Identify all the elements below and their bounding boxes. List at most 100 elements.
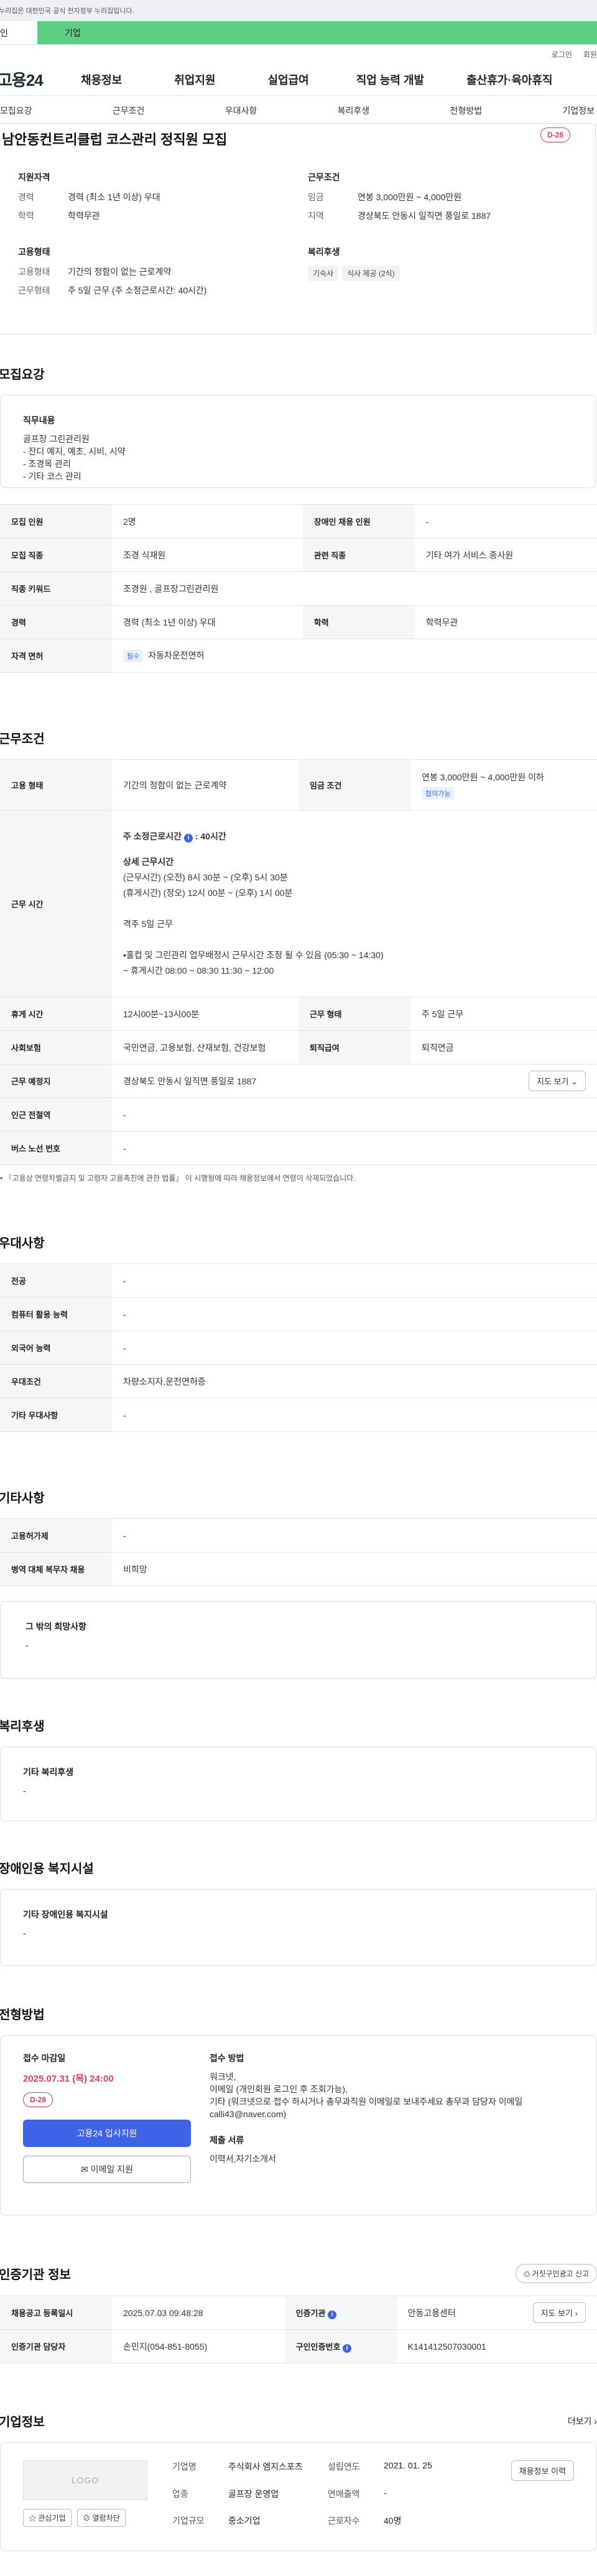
global-nav: 고용24 채용정보 취업지원 실업급여 직업 능력 개발 출산휴가·육아휴직 bbox=[0, 63, 597, 96]
table-row: 외국어 능력 - bbox=[0, 1331, 597, 1365]
row-value: 2025.07.03 09:48:28 bbox=[112, 2296, 285, 2330]
cert-map-label: 지도 보기 bbox=[540, 2309, 573, 2318]
negotiable-tag: 협의가능 bbox=[422, 787, 455, 800]
map-view-button[interactable]: 지도 보기 ⌄ bbox=[529, 1071, 586, 1091]
site-logo[interactable]: 고용24 bbox=[0, 68, 72, 91]
tab-company[interactable]: 기업 bbox=[37, 21, 597, 44]
row-value: - bbox=[414, 504, 597, 538]
other-wish-box: 그 밖의 희망사항 - bbox=[0, 1601, 597, 1679]
company-more-label: 더보기 bbox=[567, 2416, 592, 2426]
qual-key: 경력 bbox=[18, 192, 34, 202]
gnb-item-parental-leave[interactable]: 출산휴가·육아휴직 bbox=[466, 72, 552, 88]
cert-table: 채용공고 등록일시 2025.07.03 09:48:28 인증기관 i 안동고… bbox=[0, 2296, 597, 2363]
row-key: 컴퓨터 활용 능력 bbox=[0, 1297, 112, 1331]
apply-online-button[interactable]: 고용24 입사지원 bbox=[23, 2120, 191, 2147]
benefit-text: - bbox=[23, 1786, 26, 1796]
qualification-block: 지원자격 경력 경력 (최소 1년 이상) 우대 학력 학력무관 bbox=[18, 171, 283, 228]
table-row: 기타 우대사항 - bbox=[0, 1398, 597, 1432]
tab-benefits[interactable]: 복리후생 bbox=[338, 104, 370, 117]
gnb-item-unemployment[interactable]: 실업급여 bbox=[268, 72, 309, 88]
hours-block: 주 소정근로시간 i : 40시간 상세 근무시간 (근무시간) (오전) 8시… bbox=[123, 819, 586, 989]
tab-selection[interactable]: 전형방법 bbox=[450, 104, 483, 117]
pref-heading: 우대사항 bbox=[0, 1237, 45, 1250]
report-label: 거짓구인광고 신고 bbox=[532, 2269, 589, 2278]
row-value: 안동고용센터 지도 보기 › bbox=[396, 2296, 597, 2330]
mail-icon: ✉ bbox=[81, 2164, 88, 2174]
header-links: 로그인 회원 bbox=[0, 45, 597, 63]
job-summary-card: 남안동컨트리클럽 코스관리 정직원 모집 D-28 지원자격 경력 경력 (최소 … bbox=[0, 123, 596, 335]
interest-company-button[interactable]: ☆ 관심기업 bbox=[23, 2509, 72, 2527]
field-key: 기업명 bbox=[172, 2462, 197, 2472]
gnb-item-employment-support[interactable]: 취업지원 bbox=[174, 72, 215, 88]
hours-line: •홀컵 및 그린관리 업무배정시 근무시간 조정 될 수 있음 (05:30 ~… bbox=[123, 950, 384, 960]
hours-cell: 주 소정근로시간 i : 40시간 상세 근무시간 (근무시간) (오전) 8시… bbox=[112, 810, 597, 997]
table-row: 사회보험 국민연금, 고용보험, 산재보험, 건강보험 퇴직급여 퇴직연금 bbox=[0, 1030, 597, 1064]
email-apply-button[interactable]: ✉ 이메일 지원 bbox=[23, 2156, 191, 2183]
apply-heading: 전형방법 bbox=[0, 2008, 45, 2022]
tab-personal[interactable]: 인 bbox=[0, 21, 37, 44]
cert-map-button[interactable]: 지도 보기 › bbox=[532, 2302, 586, 2323]
etc-heading: 기타사항 bbox=[0, 1492, 45, 1505]
table-row: 전공 - bbox=[0, 1263, 597, 1298]
cert-heading-row: 인증기관 정보 ⎙ 거짓구인광고 신고 bbox=[0, 2264, 597, 2283]
dday-badge: D-28 bbox=[540, 127, 570, 142]
tab-company[interactable]: 기업정보 bbox=[562, 104, 595, 117]
workplace-address: 경상북도 안동시 일직면 풍일로 1887 bbox=[123, 1076, 257, 1086]
row-value: 퇴직연금 bbox=[410, 1030, 597, 1064]
duty-text: 골프장 그린관리원 - 잔디 예지, 예초, 시비, 시약 - 조경목 관리 -… bbox=[23, 434, 126, 481]
page-bottom-spacer bbox=[0, 2551, 597, 2576]
table-row: 모집 직종 조경 식재원 관련 직종 기타 여가 서비스 종사원 bbox=[0, 538, 597, 572]
tab-recruit[interactable]: 모집요강 bbox=[0, 104, 32, 117]
table-row: 컴퓨터 활용 능력 - bbox=[0, 1297, 597, 1331]
row-value: 12시00분~13시00분 bbox=[112, 997, 298, 1031]
row-key: 병역 대체 복무자 채용 bbox=[0, 1552, 112, 1586]
work-table: 고용 형태 기간의 정함이 없는 근로계약 임금 조건 연봉 3,000만원 ~… bbox=[0, 759, 597, 1165]
row-key: 관련 직종 bbox=[302, 538, 415, 572]
info-icon[interactable]: i bbox=[328, 2310, 337, 2319]
table-row: 고용허가제 - bbox=[0, 1518, 597, 1553]
gnb-item-jobs[interactable]: 채용정보 bbox=[81, 72, 122, 88]
age-notice: • 『고용상 연령차별금지 및 고령자 고용촉진에 관한 법률』 이 시행됨에 … bbox=[0, 1174, 356, 1183]
row-key: 인근 전철역 bbox=[0, 1097, 112, 1132]
table-row: 병역 대체 복무자 채용 비희망 bbox=[0, 1552, 597, 1586]
welfare-chip: 기숙사 bbox=[308, 265, 339, 281]
login-link[interactable]: 로그인 bbox=[552, 49, 572, 60]
company-heading: 기업정보 bbox=[0, 2416, 45, 2429]
disabled-heading: 장애인용 복지시설 bbox=[0, 1862, 94, 1876]
emp-value: 기간의 정함이 없는 근로계약 bbox=[68, 267, 172, 277]
gnb-item-training[interactable]: 직업 능력 개발 bbox=[356, 72, 424, 88]
apply-right: 접수 방법 워크넷, 이메일 (개인회원 로그인 후 조회가능), 기타 (워크… bbox=[197, 2052, 574, 2199]
field-value: 중소기업 bbox=[228, 2516, 261, 2526]
row-value: 국민연금, 고용보험, 산재보험, 건강보험 bbox=[112, 1030, 298, 1064]
welfare-chip: 식사 제공 (2식) bbox=[342, 265, 400, 281]
row-value: - bbox=[112, 1097, 597, 1132]
qualification-title: 지원자격 bbox=[18, 172, 50, 182]
row-value: 2명 bbox=[112, 504, 303, 538]
disabled-title: 기타 장애인용 복지시설 bbox=[23, 1909, 108, 1919]
deadline-value: 2025.07.31 (목) 24:00 bbox=[23, 2074, 114, 2084]
benefit-title: 기타 복리후생 bbox=[23, 1767, 74, 1777]
row-key: 모집 인원 bbox=[0, 504, 112, 538]
job-history-button[interactable]: 채용정보 이력 bbox=[511, 2460, 574, 2481]
join-link[interactable]: 회원 bbox=[583, 49, 597, 60]
row-value: 경상북도 안동시 일직면 풍일로 1887 지도 보기 ⌄ bbox=[112, 1064, 597, 1098]
row-value: 기간의 정함이 없는 근로계약 bbox=[112, 759, 298, 811]
chevron-right-icon: › bbox=[594, 2416, 597, 2426]
row-key: 임금 조건 bbox=[298, 759, 410, 811]
row-key: 근무 시간 bbox=[0, 810, 112, 997]
block-view-button[interactable]: ⊘ 열람차단 bbox=[77, 2509, 126, 2527]
company-more-link[interactable]: 더보기 › bbox=[568, 2415, 597, 2427]
etc-table: 고용허가제 - 병역 대체 복무자 채용 비희망 bbox=[0, 1518, 597, 1586]
info-icon[interactable]: i bbox=[343, 2343, 352, 2353]
user-type-tabs: 인 기업 bbox=[0, 21, 597, 45]
recruit-heading: 모집요강 bbox=[0, 368, 45, 382]
cond-value: 연봉 3,000만원 ~ 4,000만원 bbox=[358, 192, 462, 202]
report-fake-ad-button[interactable]: ⎙ 거짓구인광고 신고 bbox=[516, 2264, 597, 2283]
tab-preferences[interactable]: 우대사항 bbox=[225, 104, 257, 117]
info-icon[interactable]: i bbox=[183, 834, 193, 843]
row-key: 인증기관 i bbox=[284, 2296, 397, 2330]
tab-conditions[interactable]: 근무조건 bbox=[113, 104, 145, 117]
company-actions: ☆ 관심기업 ⊘ 열람차단 bbox=[23, 2509, 147, 2527]
row-key: 사회보험 bbox=[0, 1030, 112, 1064]
qual-value: 경력 (최소 1년 이상) 우대 bbox=[68, 192, 160, 202]
